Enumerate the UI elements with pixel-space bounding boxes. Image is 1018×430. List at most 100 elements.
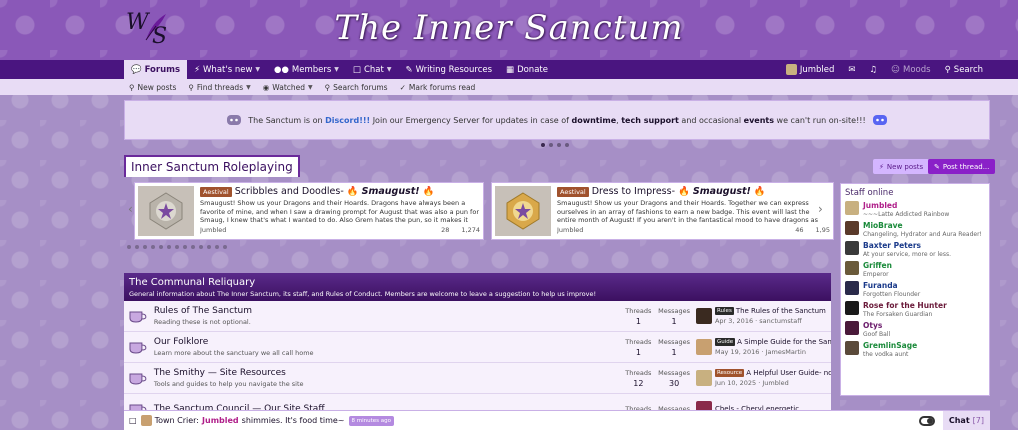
pager-dot[interactable]	[549, 143, 553, 147]
nav-alerts[interactable]: ♫	[863, 60, 885, 79]
avatar[interactable]	[695, 370, 712, 386]
pager-dot[interactable]	[191, 245, 195, 249]
search-icon: ⚲	[129, 82, 135, 92]
avatar[interactable]	[845, 241, 859, 255]
thread-prefix[interactable]: Aestival	[200, 186, 232, 197]
caret-down-icon[interactable]: ▼	[246, 84, 251, 91]
staff-name[interactable]: Otys	[863, 321, 890, 330]
staff-name[interactable]: GremlinSage	[863, 341, 917, 350]
slide-author[interactable]: Jumbled	[200, 226, 226, 234]
pager-dot[interactable]	[223, 245, 227, 249]
forum-desc: Reading these is not optional.	[153, 318, 251, 326]
pager-dot[interactable]	[159, 245, 163, 249]
pager-dot[interactable]	[127, 245, 131, 249]
nav-forums[interactable]: 💬 Forums	[124, 60, 188, 79]
nav-label: Search	[953, 64, 983, 75]
prev-arrow-icon[interactable]: ‹	[128, 202, 133, 216]
avatar[interactable]	[845, 201, 859, 215]
avatar[interactable]	[845, 221, 859, 235]
nav-donate[interactable]: ▦ Donate	[499, 60, 555, 79]
nav-search[interactable]: ⚲ Search	[938, 60, 990, 79]
nav-chat[interactable]: □ Chat ▼	[346, 60, 399, 79]
site-title[interactable]: The Inner Sanctum	[0, 8, 1018, 48]
pager-dot[interactable]	[557, 143, 561, 147]
pager-dot[interactable]	[207, 245, 211, 249]
avatar[interactable]	[845, 321, 859, 335]
pager-dot[interactable]	[215, 245, 219, 249]
staff-name[interactable]: Jumbled	[863, 201, 949, 210]
slide-title[interactable]: Dress to Impress-	[592, 186, 675, 197]
caret-down-icon[interactable]: ▼	[308, 84, 313, 91]
shout-user[interactable]: Jumbled	[202, 416, 239, 425]
featured-slide[interactable]: Aestival Scribbles and Doodles- 🔥 Smaugust!…	[134, 182, 484, 240]
pager-dot[interactable]	[151, 245, 155, 249]
nav-whats-new[interactable]: ⚡ What's new ▼	[187, 60, 267, 79]
caret-down-icon[interactable]: ▼	[387, 66, 392, 73]
threads-stat: Threads 1	[621, 307, 657, 326]
nav-inbox[interactable]: ✉	[841, 60, 862, 79]
header-banner: W S The Inner Sanctum	[0, 0, 1018, 60]
subnav-new-posts[interactable]: ⚲ New posts	[124, 83, 181, 92]
latest-thread-link[interactable]: A Simple Guide for the Sanc...	[737, 338, 831, 346]
shoutbox-toggle[interactable]	[918, 415, 935, 426]
caret-down-icon[interactable]: ▼	[334, 66, 339, 73]
caret-down-icon[interactable]: ▼	[255, 66, 260, 73]
staff-name[interactable]: MioBrave	[863, 221, 982, 230]
slide-author[interactable]: Jumbled	[557, 226, 583, 234]
thread-prefix[interactable]: Aestival	[557, 186, 589, 197]
staff-name[interactable]: Rose for the Hunter	[863, 301, 947, 310]
staff-name[interactable]: Baxter Peters	[863, 241, 951, 250]
new-posts-button[interactable]: ⚡ New posts	[873, 159, 930, 174]
subnav-find-threads[interactable]: ⚲ Find threads ▼	[183, 83, 255, 92]
nav-moods[interactable]: ☺ Moods	[884, 60, 937, 79]
pager-dot[interactable]	[565, 143, 569, 147]
discord-icon[interactable]	[872, 114, 888, 126]
avatar[interactable]	[140, 415, 152, 426]
discord-icon[interactable]	[226, 114, 242, 126]
forum-name[interactable]: Rules of The Sanctum	[154, 306, 621, 316]
avatar[interactable]	[845, 301, 859, 315]
avatar[interactable]	[695, 339, 712, 355]
pager-dot[interactable]	[143, 245, 147, 249]
widget-title[interactable]: Staff online	[845, 188, 985, 198]
pager-dot[interactable]	[135, 245, 139, 249]
next-arrow-icon[interactable]: ›	[818, 202, 823, 216]
forum-name[interactable]: The Smithy — Site Resources	[154, 368, 621, 378]
forum-name[interactable]: Our Folklore	[154, 337, 621, 347]
nav-user-account[interactable]: Jumbled	[779, 60, 842, 79]
latest-thread-link[interactable]: A Helpful User Guide- no...	[746, 369, 831, 377]
pager-dot[interactable]	[175, 245, 179, 249]
staff-name[interactable]: Griffen	[863, 261, 892, 270]
nav-members[interactable]: ●● Members ▼	[267, 60, 346, 79]
search-icon: ⚲	[324, 82, 331, 92]
avatar[interactable]	[845, 261, 859, 275]
subnav-watched[interactable]: ◉ Watched ▼	[258, 83, 318, 92]
featured-slide[interactable]: Aestival Dress to Impress- 🔥 Smaugust! 🔥 Sma…	[491, 182, 834, 240]
notice-text: The Sanctum is on	[248, 115, 323, 125]
nav-writing-resources[interactable]: ✎ Writing Resources	[398, 60, 499, 79]
subnav-search-forums[interactable]: ⚲ Search forums	[320, 83, 393, 92]
subnav-mark-read[interactable]: ✓ Mark forums read	[395, 83, 481, 92]
subnav-label: Find threads	[196, 82, 244, 92]
staff-member: Rose for the Hunter The Forsaken Guardian	[845, 301, 985, 318]
user-avatar	[785, 64, 797, 75]
pager-dot[interactable]	[541, 143, 545, 147]
stat-value: 1	[635, 347, 641, 357]
discord-link[interactable]: Discord!!!	[325, 116, 370, 125]
slide-title[interactable]: Scribbles and Doodles-	[235, 186, 344, 197]
badge-icon	[506, 192, 540, 230]
category-title[interactable]: The Communal Reliquary	[129, 277, 826, 288]
avatar[interactable]	[845, 341, 859, 355]
pager-dot[interactable]	[167, 245, 171, 249]
messages-stat: Messages 30	[656, 369, 692, 388]
post-thread-button[interactable]: ✎ Post thread...	[928, 159, 996, 174]
subnav-label: Watched	[272, 82, 306, 92]
staff-name[interactable]: Furanda	[863, 281, 920, 290]
chat-button[interactable]: Chat [7]	[942, 410, 990, 430]
shout-time: 8 minutes ago	[348, 415, 395, 426]
latest-thread-link[interactable]: The Rules of the Sanctum	[736, 307, 826, 315]
pager-dot[interactable]	[183, 245, 187, 249]
avatar[interactable]	[695, 308, 712, 324]
avatar[interactable]	[845, 281, 859, 295]
pager-dot[interactable]	[199, 245, 203, 249]
